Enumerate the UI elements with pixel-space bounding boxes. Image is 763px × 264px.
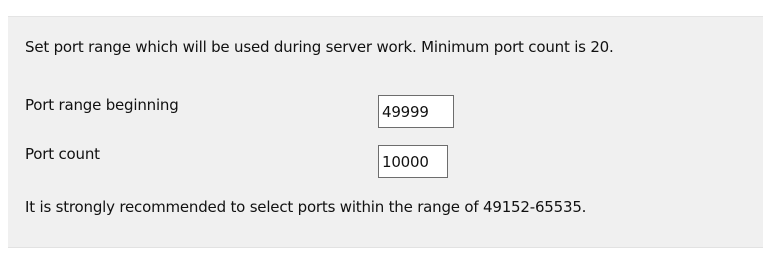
port-range-recommendation: It is strongly recommended to select por…	[25, 198, 587, 216]
port-count-label: Port count	[25, 145, 100, 163]
port-count-input[interactable]	[378, 145, 448, 178]
port-settings-panel: Set port range which will be used during…	[8, 16, 763, 248]
port-range-beginning-label: Port range beginning	[25, 96, 179, 114]
port-range-description: Set port range which will be used during…	[25, 38, 614, 56]
port-range-beginning-input[interactable]	[378, 95, 454, 128]
